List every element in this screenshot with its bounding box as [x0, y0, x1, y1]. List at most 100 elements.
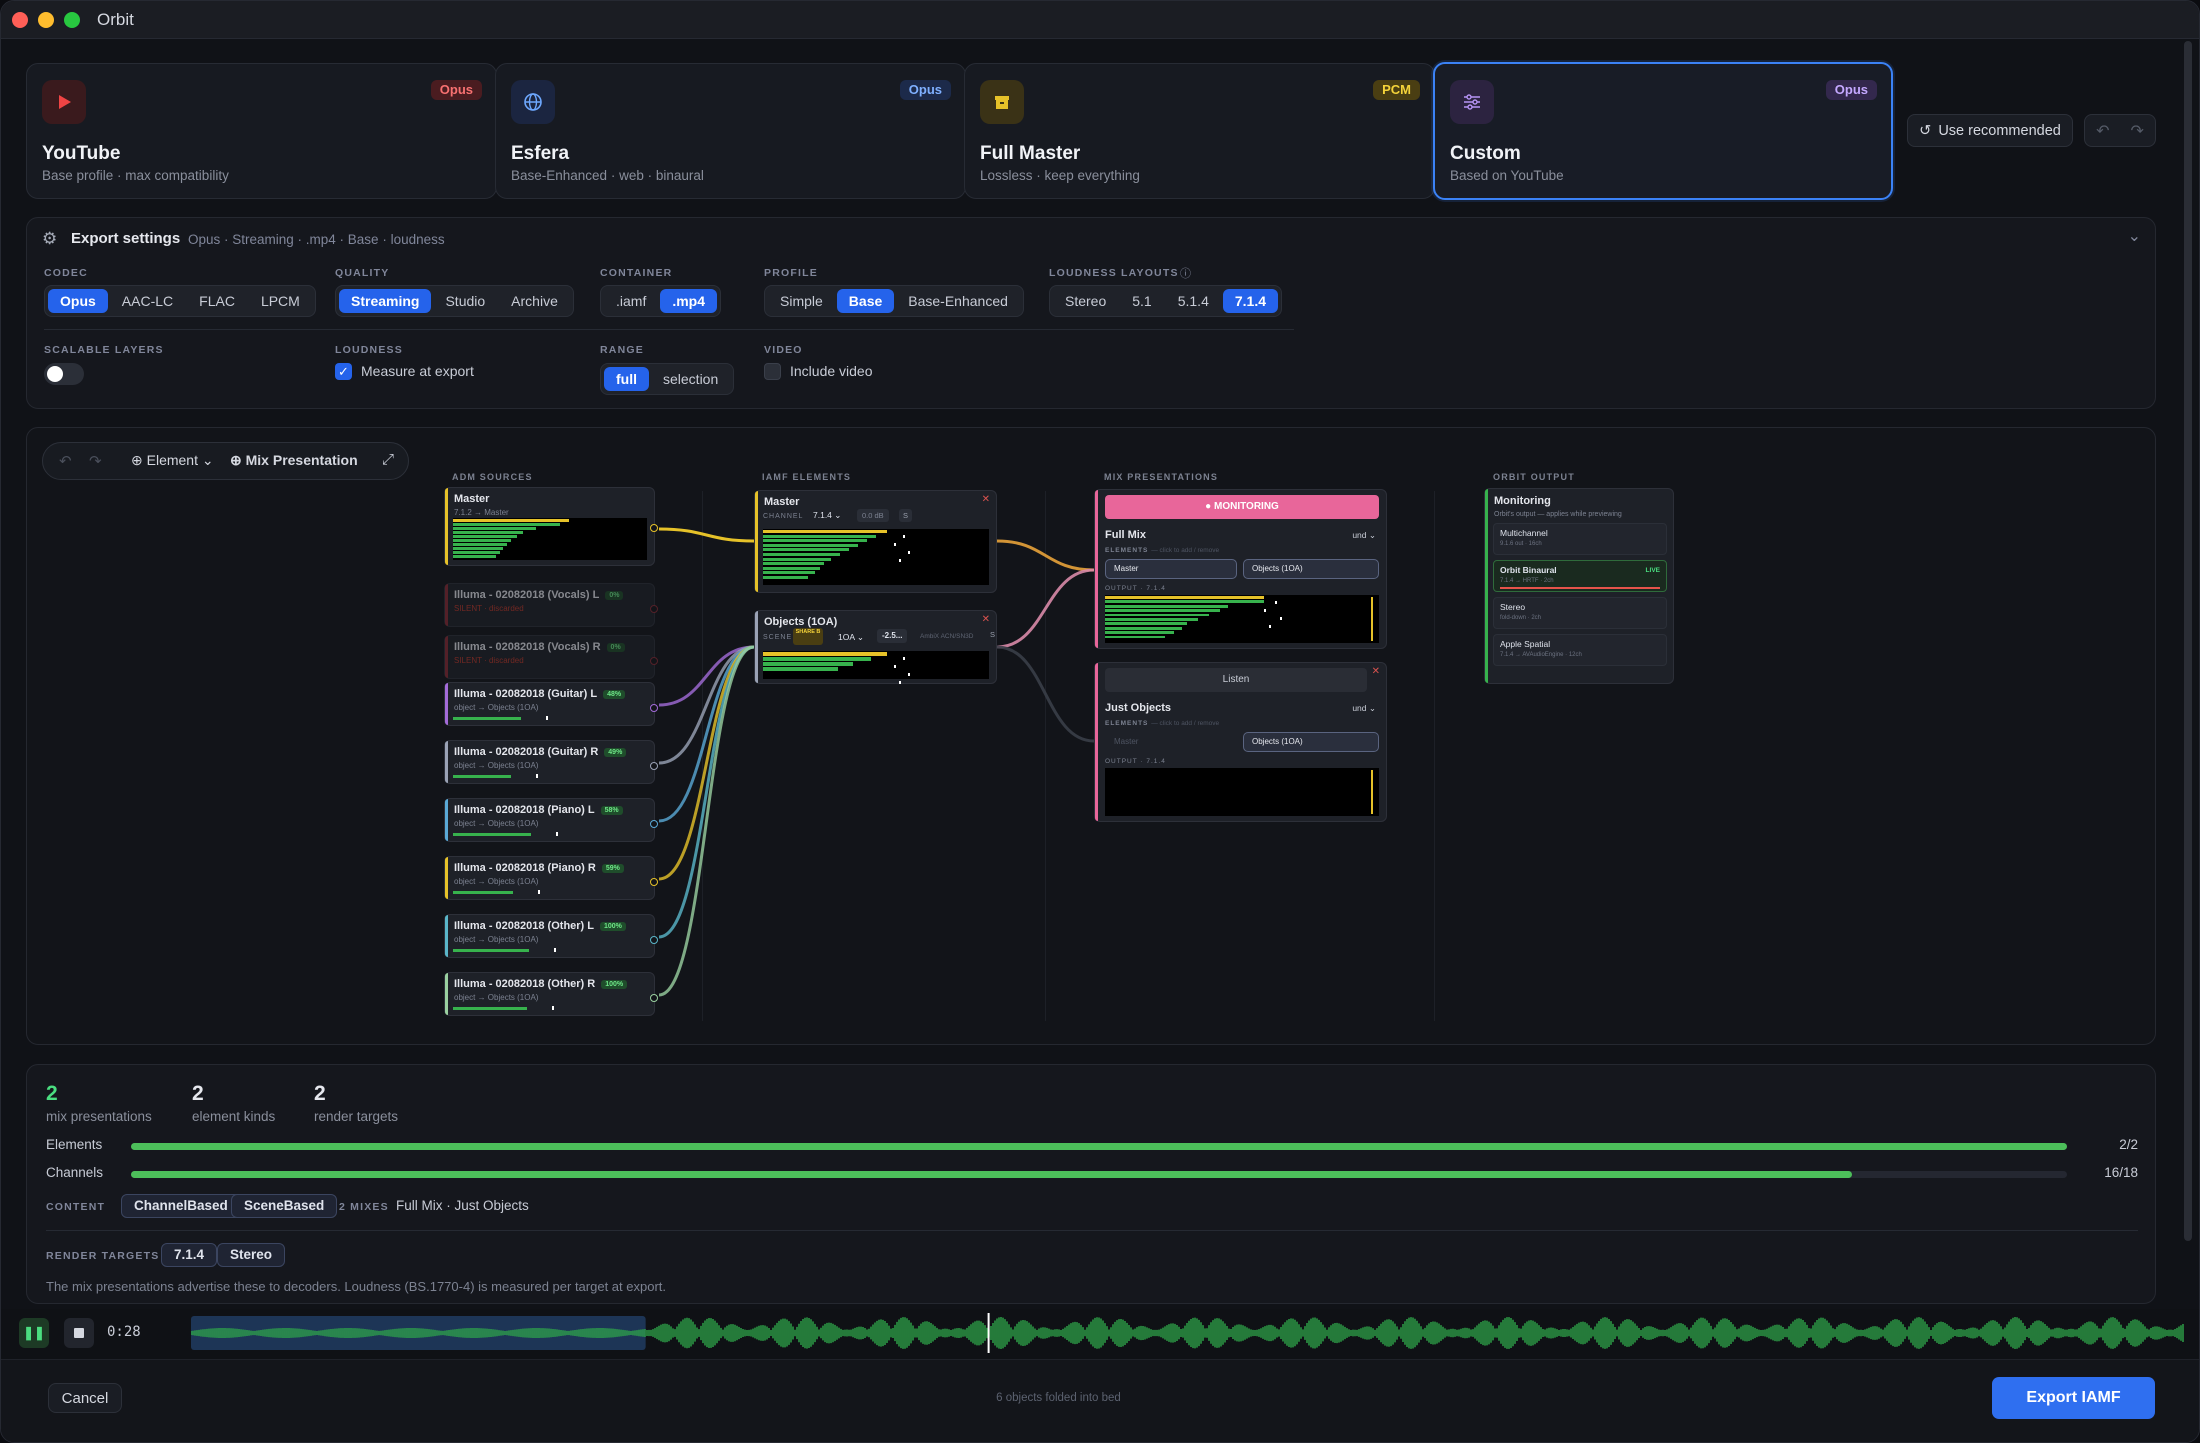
source-port[interactable] — [650, 878, 658, 886]
meter-bar — [763, 530, 888, 534]
source-node[interactable]: Illuma - 02082018 (Vocals) L 0% SILENT · d… — [444, 583, 658, 627]
vertical-scrollbar[interactable] — [2184, 41, 2192, 1241]
element-layout-select[interactable]: 1OA ⌄ — [838, 632, 864, 643]
source-level-bar — [453, 949, 529, 952]
element-stripe — [755, 611, 758, 683]
level-badge: 49% — [604, 747, 627, 757]
output-option[interactable]: Stereo fold-down · 2ch — [1493, 597, 1667, 629]
routing-wire — [996, 568, 1095, 649]
meter-bar — [1105, 635, 1166, 639]
export-iamf-button[interactable]: Export IAMF — [1992, 1377, 2155, 1419]
mix-element-pill[interactable]: Objects (1OA) — [1243, 559, 1379, 579]
meter-peak — [1371, 770, 1373, 814]
meter-bar — [1105, 604, 1229, 608]
source-route: object → Objects (1OA) — [454, 819, 539, 828]
source-route: object → Objects (1OA) — [454, 703, 539, 712]
transport-bar: ❚❚ 0:28 — [1, 1309, 2199, 1359]
monitoring-banner[interactable]: ● MONITORING — [1105, 495, 1379, 519]
mix-element-pill[interactable]: Master — [1105, 732, 1237, 752]
routing-wire — [658, 645, 755, 997]
source-name: Illuma - 02082018 (Vocals) L 0% — [454, 589, 624, 601]
source-peak — [551, 1006, 554, 1010]
output-option[interactable]: Multichannel 9.1.6 out · 16ch — [1493, 523, 1667, 555]
mix-element-pill[interactable]: Master — [1105, 559, 1237, 579]
output-name: Orbit Binaural — [1500, 565, 1557, 575]
level-badge: 0% — [605, 590, 624, 600]
stop-button[interactable] — [64, 1318, 94, 1348]
source-level-bar — [453, 775, 512, 778]
source-node[interactable]: Illuma - 02082018 (Other) L 100% object → … — [444, 914, 658, 958]
element-layout-select[interactable]: 7.1.4 ⌄ — [813, 510, 841, 521]
source-route: SILENT · discarded — [454, 604, 524, 613]
listen-button[interactable]: Listen — [1105, 668, 1367, 692]
meter-bar — [453, 527, 537, 530]
element-stripe — [755, 491, 758, 592]
pause-button[interactable]: ❚❚ — [19, 1318, 49, 1348]
source-node[interactable]: Illuma - 02082018 (Guitar) L 48% object → … — [444, 682, 658, 726]
routing-wire — [658, 645, 755, 765]
close-icon[interactable]: ✕ — [982, 614, 990, 625]
language-select[interactable]: und ⌄ — [1352, 703, 1376, 714]
source-node[interactable]: Illuma - 02082018 (Vocals) R 0% SILENT · d… — [444, 635, 658, 679]
element-node-master[interactable]: Master ✕ CHANNEL 7.1.4 ⌄ 0.0 dB S — [754, 490, 997, 593]
render-targets-section-label: RENDER TARGETS — [46, 1250, 160, 1262]
mix-elements-row: ELEMENTS — click to add / remove — [1105, 547, 1219, 554]
source-node[interactable]: Illuma - 02082018 (Piano) L 58% object → O… — [444, 798, 658, 842]
output-title: Monitoring — [1494, 495, 1551, 507]
close-icon[interactable]: ✕ — [1372, 666, 1380, 677]
source-route: object → Objects (1OA) — [454, 761, 539, 770]
source-port[interactable] — [650, 605, 658, 613]
source-route: 7.1.2 → Master — [454, 508, 509, 517]
source-node[interactable]: Illuma - 02082018 (Other) R 100% object → … — [444, 972, 658, 1016]
solo-button[interactable]: S — [990, 630, 995, 639]
mix-node-full-mix[interactable]: ● MONITORING Full Mix und ⌄ ELEMENTS — c… — [1094, 489, 1387, 649]
language-value: und — [1352, 530, 1367, 540]
source-level-bar — [453, 833, 531, 836]
source-stripe — [445, 636, 448, 678]
source-port[interactable] — [650, 762, 658, 770]
meter-bar — [1105, 609, 1221, 613]
close-icon[interactable]: ✕ — [982, 494, 990, 505]
output-option[interactable]: Orbit Binaural 7.1.4 → HRTF · 2ch LIVE — [1493, 560, 1667, 592]
source-port[interactable] — [650, 524, 658, 532]
mix-output-label: OUTPUT · 7.1.4 — [1105, 585, 1166, 592]
element-gain-field[interactable]: -2.5... — [877, 629, 908, 643]
elements-progress-fill — [131, 1143, 2067, 1150]
render-targets-label: render targets — [314, 1109, 399, 1124]
output-name: Apple Spatial — [1500, 639, 1551, 649]
element-meter — [763, 651, 989, 684]
source-level-bar — [453, 717, 521, 720]
stop-icon — [74, 1328, 84, 1338]
mix-node-just-objects[interactable]: Listen ✕ Just Objects und ⌄ ELEMENTS — c… — [1094, 662, 1387, 822]
footer-status: 6 objects folded into bed — [996, 1392, 1121, 1404]
element-node-objects[interactable]: Objects (1OA) ✕ SCENE SHARE B 1OA ⌄ -2.5… — [754, 610, 997, 684]
meter-peak-tick — [1280, 617, 1283, 620]
meter-bar — [763, 652, 888, 656]
source-stripe — [445, 584, 448, 626]
source-level-bar — [453, 891, 514, 894]
source-node[interactable]: Master 7.1.2 → Master — [444, 487, 658, 566]
source-port[interactable] — [650, 704, 658, 712]
source-port[interactable] — [650, 994, 658, 1002]
source-port[interactable] — [650, 657, 658, 665]
meter-bar — [763, 576, 809, 580]
source-peak — [538, 890, 541, 894]
level-badge: 100% — [600, 921, 626, 931]
language-select[interactable]: und ⌄ — [1352, 530, 1376, 541]
source-node[interactable]: Illuma - 02082018 (Piano) R 59% object → O… — [444, 856, 658, 900]
output-option[interactable]: Apple Spatial 7.1.4 → AVAudioEngine · 12c… — [1493, 634, 1667, 666]
source-name: Master — [454, 493, 490, 505]
output-stripe — [1485, 489, 1488, 683]
solo-button[interactable]: S — [899, 509, 913, 522]
element-gain-field[interactable]: 0.0 dB — [857, 509, 889, 522]
waveform-timeline[interactable] — [191, 1313, 2185, 1353]
source-node[interactable]: Illuma - 02082018 (Guitar) R 49% object → … — [444, 740, 658, 784]
mix-element-pill[interactable]: Objects (1OA) — [1243, 732, 1379, 752]
playhead[interactable] — [987, 1313, 990, 1353]
source-port[interactable] — [650, 820, 658, 828]
share-badge[interactable]: SHARE B — [793, 628, 823, 645]
ambisonics-format: AmbiX ACN/SN3D — [920, 633, 974, 640]
export-summary-panel: 2 mix presentations 2 element kinds 2 re… — [26, 1064, 2156, 1304]
source-port[interactable] — [650, 936, 658, 944]
source-stripe — [445, 799, 448, 841]
